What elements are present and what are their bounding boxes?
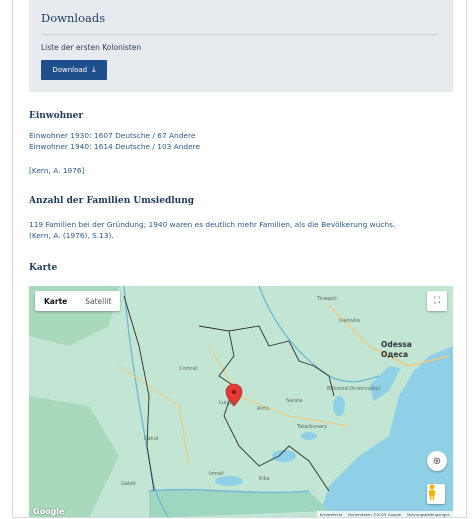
download-button-label: Download (52, 66, 88, 74)
downloads-subtitle: Liste der ersten Kolonisten (41, 43, 142, 52)
street-view-pegman[interactable] (427, 484, 445, 504)
place-tiraspol: Tiraspol (317, 296, 337, 302)
download-button[interactable]: Download ⤓ (41, 60, 107, 80)
google-logo: Google (33, 507, 65, 516)
location-icon: ⊕ (432, 455, 442, 467)
place-sarata: Sarata (286, 398, 303, 404)
map-heading: Karte (29, 263, 58, 273)
place-odesa-cyr: Одеса (381, 350, 409, 359)
place-tatarbunary: Tatarbunary (297, 424, 327, 430)
place-ivanivka: Ivanivka (339, 318, 360, 324)
residents-line-1930: Einwohner 1930: 1607 Deutsche / 67 Ander… (29, 131, 196, 140)
families-source: (Kern, A. (1976), S.13). (29, 231, 114, 240)
my-location-button[interactable]: ⊕ (427, 451, 447, 471)
map-attribution: Kurzbefehle Kartendaten ©2025 Google Nut… (316, 511, 453, 517)
pegman-icon (429, 484, 435, 500)
place-cahul: Cahul (144, 436, 159, 442)
place-kilia: Kilia (259, 476, 270, 482)
fullscreen-icon: ⛶ (433, 296, 441, 306)
attribution-terms[interactable]: Nutzungsbedingungen (407, 512, 450, 517)
downloads-panel: Downloads Liste der ersten Kolonisten Do… (29, 0, 453, 92)
residents-heading: Einwohner (29, 111, 84, 121)
downloads-title: Downloads (41, 11, 106, 25)
divider (41, 34, 439, 35)
download-icon: ⤓ (92, 65, 96, 74)
families-heading: Anzahl der Familien Umsiedlung (29, 196, 195, 206)
residents-line-1940: Einwohner 1940: 1614 Deutsche / 103 Ande… (29, 142, 201, 151)
map-view[interactable]: Karte Satellit ⛶ Tiraspol Odessa Одеса L… (29, 286, 453, 517)
tab-satellit[interactable]: Satellit (76, 291, 120, 311)
place-galati: Galati (121, 481, 136, 487)
attribution-data: Kartendaten ©2025 Google (348, 512, 402, 517)
place-odessa: Odessa (381, 340, 412, 349)
place-bilhorod: Bilhorod-Dnistrovskyi (327, 386, 381, 392)
fullscreen-button[interactable]: ⛶ (427, 291, 447, 311)
families-text: 119 Familien bei der Gründung; 1940 ware… (29, 220, 396, 229)
residents-source: [Kern, A. 1976] (29, 166, 85, 175)
tab-karte[interactable]: Karte (35, 291, 76, 311)
page-frame: Downloads Liste der ersten Kolonisten Do… (12, 0, 467, 518)
place-lunga: Lunga (219, 400, 235, 406)
place-comrat: Comrat (179, 366, 198, 372)
place-arcis: Arcis (257, 406, 270, 412)
map-type-toggle: Karte Satellit (35, 291, 121, 311)
place-izmail: Izmail (209, 471, 224, 477)
attribution-shortcuts[interactable]: Kurzbefehle (320, 512, 342, 517)
map-canvas (29, 286, 453, 517)
